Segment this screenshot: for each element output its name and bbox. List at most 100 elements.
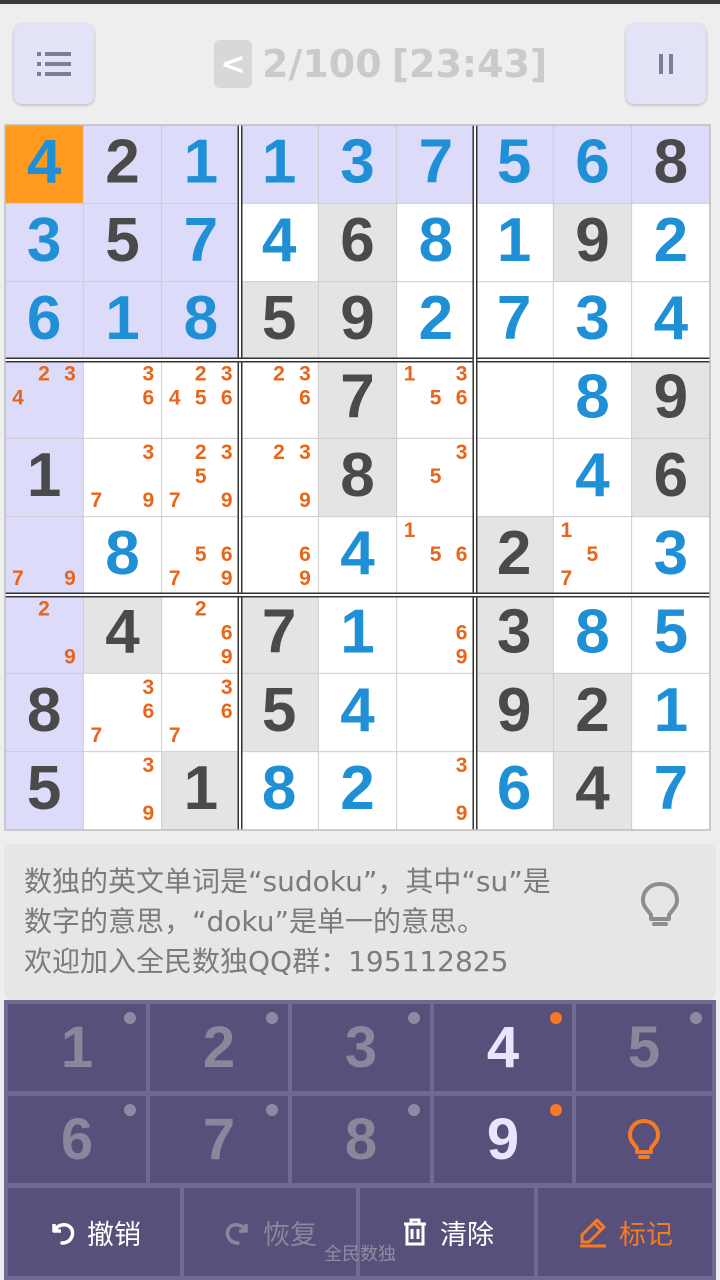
key-7[interactable]: 7 <box>150 1096 288 1183</box>
pencil-note: 6 <box>221 622 233 645</box>
key-status-dot <box>690 1012 702 1024</box>
key-1[interactable]: 1 <box>8 1004 146 1091</box>
cell-digit: 5 <box>262 284 296 353</box>
pencil-note: 3 <box>299 363 311 386</box>
mark-button[interactable]: 标记 <box>538 1188 712 1276</box>
pencil-note: 7 <box>90 724 102 747</box>
cell-digit: 4 <box>262 206 297 275</box>
key-status-dot <box>550 1104 562 1116</box>
cell-digit: 9 <box>497 676 531 745</box>
cell-digit: 4 <box>340 676 375 745</box>
pencil-note: 6 <box>221 387 233 410</box>
pencil-note: 6 <box>456 387 468 410</box>
sudoku-board[interactable]: 4 2 1 1 3 7 5 6 83 5 7 4 6 8 1 9 26 1 8 5 9 2 7 3 42 34362 34 5 62 36… <box>0 0 720 840</box>
key-2[interactable]: 2 <box>150 1004 288 1091</box>
pencil-note: 5 <box>430 387 442 410</box>
cell-digit: 6 <box>27 284 61 353</box>
key-4[interactable]: 4 <box>434 1004 572 1091</box>
cell-digit: 8 <box>262 754 296 823</box>
cell-digit: 8 <box>575 598 609 667</box>
pencil-note: 9 <box>221 567 233 590</box>
cell-digit: 4 <box>654 284 689 353</box>
pencil-note: 3 <box>142 363 154 386</box>
cell-digit: 7 <box>340 363 374 432</box>
cell-digit: 3 <box>575 284 609 353</box>
cell-digit: 8 <box>340 441 374 510</box>
cell-digit: 3 <box>497 598 531 667</box>
cell-digit: 6 <box>497 754 531 823</box>
pencil-note: 5 <box>430 543 442 566</box>
key-8[interactable]: 8 <box>292 1096 430 1183</box>
key-label: 6 <box>60 1107 94 1172</box>
cell-digit: 5 <box>27 754 61 823</box>
pencil-note: 6 <box>299 543 311 566</box>
cell-digit: 7 <box>262 598 296 667</box>
pencil-note: 6 <box>221 700 233 723</box>
pencil-note: 9 <box>142 489 154 512</box>
pencil-note: 5 <box>195 387 207 410</box>
pencil-note: 3 <box>142 676 154 699</box>
number-keypad: 1 2 3 4 5 6 7 8 9 撤销 恢复 清除 标记 <box>4 1000 716 1280</box>
cell-digit: 4 <box>340 519 375 588</box>
pencil-note: 9 <box>64 646 76 669</box>
cell-digit: 1 <box>262 128 296 197</box>
box-divider-line <box>5 595 710 598</box>
hint-key[interactable] <box>576 1096 712 1183</box>
cell-digit: 8 <box>654 128 688 197</box>
pencil-note: 1 <box>560 519 572 542</box>
pencil-note: 7 <box>560 567 572 590</box>
key-label: 2 <box>202 1015 236 1080</box>
cell-digit: 1 <box>105 284 139 353</box>
key-label: 1 <box>60 1015 94 1080</box>
pencil-note: 9 <box>221 489 233 512</box>
pencil-note: 3 <box>221 676 233 699</box>
board-cell[interactable] <box>397 673 475 752</box>
tip-panel: 数独的英文单词是“sudoku”，其中“su”是 数字的意思，“doku”是单一… <box>4 844 716 1000</box>
board-cell[interactable] <box>475 360 553 438</box>
pencil-note: 7 <box>90 489 102 512</box>
key-status-dot <box>124 1012 136 1024</box>
board-cell[interactable] <box>475 438 553 517</box>
redo-icon <box>225 1223 248 1245</box>
app-watermark: 全民数独 <box>324 1244 396 1265</box>
key-status-dot <box>124 1104 136 1116</box>
key-status-dot <box>408 1104 420 1116</box>
key-6[interactable]: 6 <box>8 1096 146 1183</box>
box-divider-line <box>5 360 710 363</box>
cell-digit: 6 <box>575 128 609 197</box>
key-3[interactable]: 3 <box>292 1004 430 1091</box>
pencil-note: 5 <box>430 465 442 488</box>
cell-digit: 8 <box>184 284 218 353</box>
cell-digit: 1 <box>184 754 218 823</box>
pencil-note: 6 <box>456 622 468 645</box>
undo-button[interactable]: 撤销 <box>8 1188 180 1276</box>
cell-digit: 1 <box>497 206 531 275</box>
pencil-note: 7 <box>169 489 181 512</box>
pencil-note: 2 <box>273 441 285 464</box>
pencil-note: 3 <box>456 363 468 386</box>
key-label: 4 <box>486 1015 520 1080</box>
key-5[interactable]: 5 <box>576 1004 712 1091</box>
cell-digit: 6 <box>654 441 688 510</box>
mark-label: 标记 <box>619 1219 673 1251</box>
cell-digit: 5 <box>105 206 139 275</box>
cell-digit: 1 <box>27 441 61 510</box>
pencil-note: 9 <box>456 646 468 669</box>
pencil-note: 2 <box>195 363 207 386</box>
pencil-note: 4 <box>169 387 181 410</box>
cell-digit: 2 <box>419 284 453 353</box>
cell-digit: 6 <box>340 206 374 275</box>
key-9[interactable]: 9 <box>434 1096 572 1183</box>
pencil-note: 9 <box>299 489 311 512</box>
undo-label: 撤销 <box>87 1219 141 1251</box>
cell-digit: 9 <box>340 284 374 353</box>
cell-digit: 7 <box>419 128 453 197</box>
cell-digit: 5 <box>497 128 531 197</box>
lightbulb-icon[interactable] <box>634 878 686 930</box>
key-status-dot <box>550 1012 562 1024</box>
key-status-dot <box>408 1012 420 1024</box>
pencil-note: 5 <box>195 543 207 566</box>
box-divider-line <box>237 125 239 830</box>
box-divider-line <box>472 125 474 830</box>
pencil-note: 2 <box>273 363 285 386</box>
